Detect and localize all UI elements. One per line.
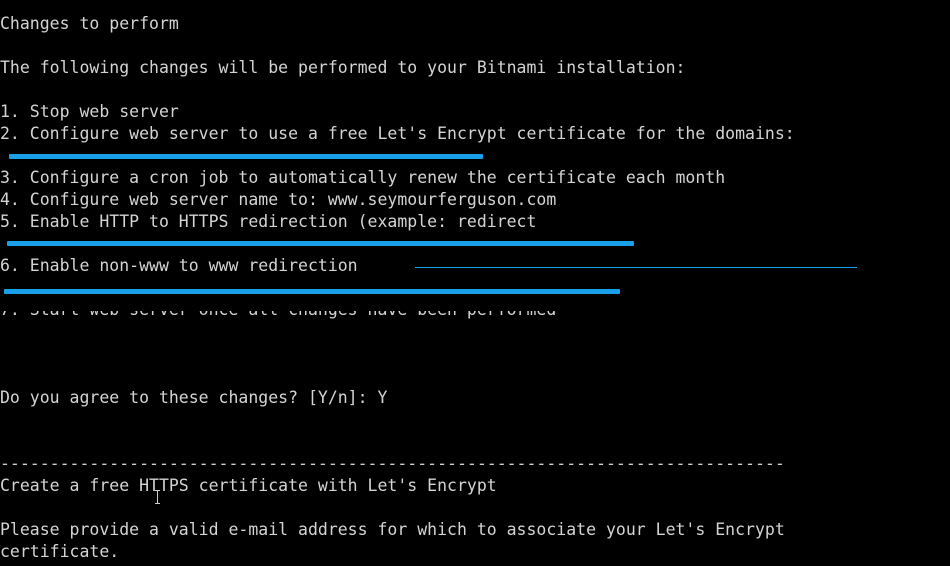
email-request-line-2: certificate. [0,542,120,561]
email-request-line-1: Please provide a valid e-mail address fo… [0,520,785,539]
redaction-bar [9,154,483,159]
text-cursor-icon [155,490,161,504]
redaction-line [415,267,857,268]
step-1: 1. Stop web server [0,102,179,121]
step-6: 6. Enable non-www to www redirection [0,256,358,275]
separator-top: ----------------------------------------… [0,0,785,9]
intro-text: The following changes will be performed … [0,58,686,77]
step-3: 3. Configure a cron job to automatically… [0,168,726,187]
step-4: 4. Configure web server name to: www.sey… [0,190,557,209]
heading-create-certificate: Create a free HTTPS certificate with Let… [0,476,497,495]
redaction-bar [4,289,620,294]
separator-middle: ----------------------------------------… [0,454,785,473]
line-clip-mask [0,300,950,311]
redaction-bar [7,241,634,246]
step-5: 5. Enable HTTP to HTTPS redirection (exa… [0,212,537,231]
agree-prompt[interactable]: Do you agree to these changes? [Y/n]: Y [0,387,387,409]
terminal-window[interactable]: ----------------------------------------… [0,0,950,566]
heading-changes: Changes to perform [0,14,179,33]
step-2: 2. Configure web server to use a free Le… [0,124,795,143]
